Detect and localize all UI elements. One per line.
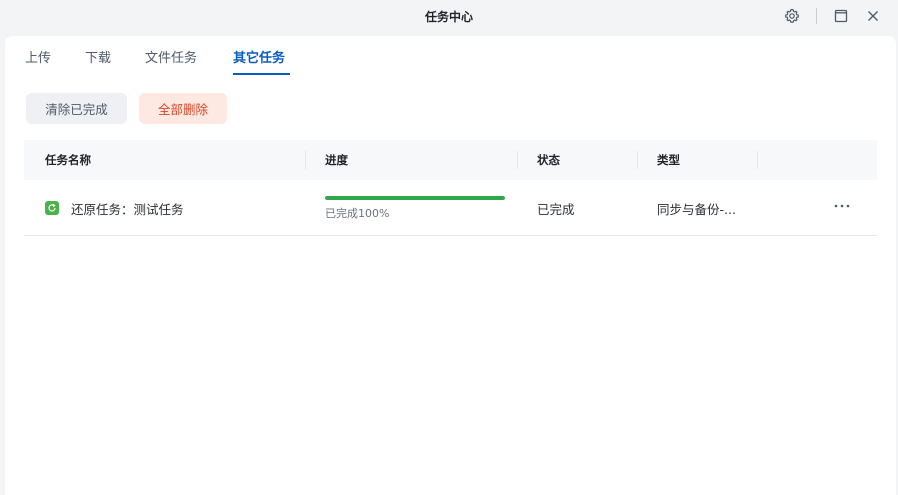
delete-all-button[interactable]: 全部删除 <box>139 93 227 124</box>
close-icon <box>868 11 878 21</box>
restore-task-icon <box>45 201 59 215</box>
clear-completed-button[interactable]: 清除已完成 <box>26 93 127 124</box>
title-bar: 任务中心 <box>0 0 898 34</box>
table-header: 任务名称 进度 状态 类型 <box>24 140 877 180</box>
progress-bar-fill <box>325 196 505 200</box>
task-center-panel: 上传 下载 文件任务 其它任务 清除已完成 全部删除 任务名称 进度 状态 类型… <box>5 36 896 495</box>
task-name: 还原任务：测试任务 <box>71 202 184 217</box>
column-header-status[interactable]: 状态 <box>537 152 560 168</box>
column-divider[interactable] <box>305 151 306 169</box>
progress-label: 已完成100% <box>325 207 390 220</box>
window-title: 任务中心 <box>424 10 473 24</box>
column-header-type[interactable]: 类型 <box>657 152 680 168</box>
settings-button[interactable] <box>780 5 804 27</box>
more-icon <box>834 204 850 208</box>
task-status: 已完成 <box>537 202 575 217</box>
tab-file-tasks[interactable]: 文件任务 <box>145 47 197 66</box>
tab-other-tasks[interactable]: 其它任务 <box>233 47 285 66</box>
tab-download[interactable]: 下载 <box>85 47 111 66</box>
tab-bar: 上传 下载 文件任务 其它任务 <box>5 36 896 78</box>
more-actions-button[interactable] <box>832 197 852 215</box>
task-type: 同步与备份-... <box>657 202 736 217</box>
table-row[interactable]: 还原任务：测试任务 已完成100% 已完成 同步与备份-... <box>24 180 877 236</box>
column-divider[interactable] <box>637 151 638 169</box>
progress-bar <box>325 196 505 200</box>
maximize-icon <box>834 9 848 23</box>
gear-icon <box>785 8 799 23</box>
column-header-progress[interactable]: 进度 <box>325 152 348 168</box>
active-tab-indicator <box>233 73 290 75</box>
tab-upload[interactable]: 上传 <box>25 47 51 66</box>
column-header-task-name[interactable]: 任务名称 <box>45 152 91 168</box>
close-button[interactable] <box>861 5 885 27</box>
column-divider[interactable] <box>517 151 518 169</box>
maximize-button[interactable] <box>829 5 853 27</box>
column-divider[interactable] <box>757 151 758 169</box>
title-bar-divider <box>816 8 817 24</box>
